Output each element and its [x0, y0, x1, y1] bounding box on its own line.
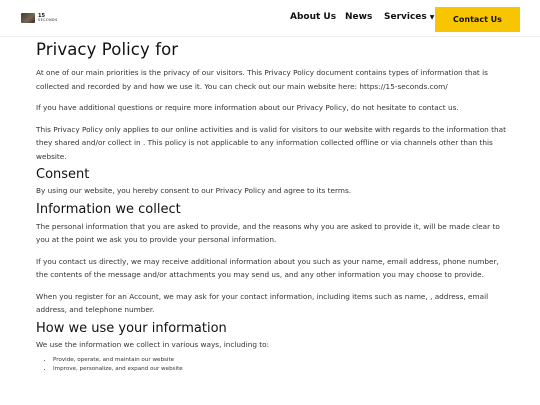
site-header: 15 SECONDS About Us News Services ▼ Cont…: [0, 0, 540, 37]
logo-word: SECONDS: [38, 17, 58, 22]
privacy-policy-content: Privacy Policy for At one of our main pr…: [36, 38, 506, 373]
use-paragraph: We use the information we collect in var…: [36, 339, 270, 349]
intro-paragraph-3: This Privacy Policy only applies to our …: [36, 124, 506, 161]
logo-text: 15 SECONDS: [38, 13, 58, 22]
contact-us-button[interactable]: Contact Us: [435, 7, 520, 32]
page-title: Privacy Policy for: [36, 40, 179, 59]
intro-paragraph-1: At one of our main priorities is the pri…: [36, 68, 488, 91]
nav-services[interactable]: Services ▼: [384, 12, 434, 22]
collect-paragraph-2: If you contact us directly, we may recei…: [36, 256, 499, 280]
list-item: Improve, personalize, and expand our web…: [53, 365, 506, 374]
use-heading: How we use your information: [36, 320, 227, 336]
list-item: Provide, operate, and maintain our websi…: [53, 356, 506, 365]
logo-image: [21, 13, 35, 23]
collect-paragraph-3: When you register for an Account, we may…: [36, 291, 489, 315]
nav-news[interactable]: News: [345, 12, 372, 22]
collect-paragraph-1: The personal information that you are as…: [36, 221, 500, 245]
intro-paragraph-2: If you have additional questions or requ…: [36, 103, 459, 112]
nav-services-label: Services: [384, 12, 427, 22]
nav-about-us[interactable]: About Us: [290, 12, 336, 22]
collect-heading: Information we collect: [36, 201, 181, 217]
consent-heading: Consent: [36, 167, 90, 182]
consent-paragraph: By using our website, you hereby consent…: [36, 186, 352, 195]
caret-down-icon: ▼: [429, 13, 435, 21]
site-logo[interactable]: 15 SECONDS: [21, 13, 58, 23]
use-list: Provide, operate, and maintain our websi…: [36, 356, 506, 373]
